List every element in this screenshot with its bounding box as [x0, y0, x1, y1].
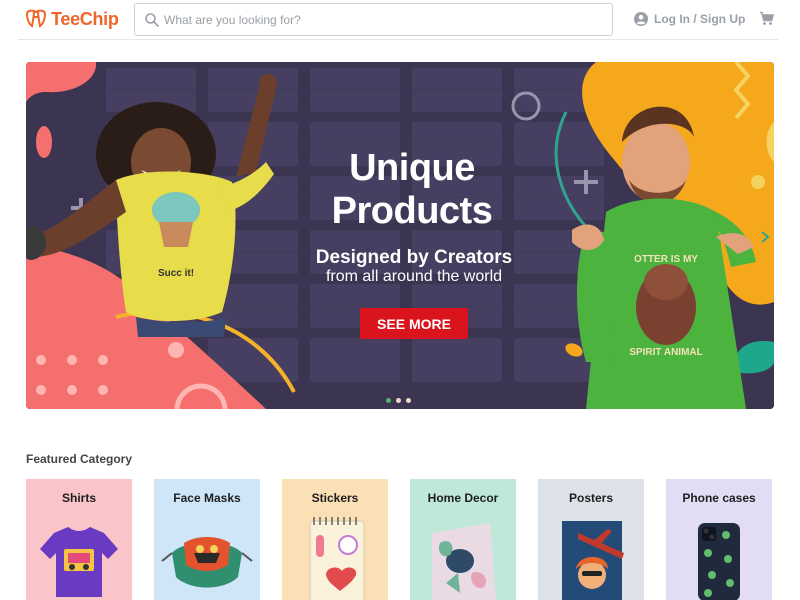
login-label: Log In / Sign Up — [654, 12, 746, 26]
phone-case-image — [698, 523, 740, 600]
header-divider — [18, 39, 778, 40]
search-input[interactable] — [164, 11, 594, 29]
search-bar[interactable] — [134, 3, 613, 36]
hero-artwork: Succ it! OTTER IS MY SPIRIT ANIMAL — [26, 62, 774, 409]
carousel-dot[interactable] — [396, 398, 401, 403]
login-signup-link[interactable]: Log In / Sign Up — [634, 10, 745, 28]
shirt-right-text-1: OTTER IS MY — [634, 254, 698, 265]
category-label: Shirts — [61, 491, 96, 505]
account-circle-icon — [634, 12, 648, 26]
poster-image — [562, 521, 624, 600]
see-more-button[interactable]: SEE MORE — [360, 308, 468, 339]
hero-title: Unique Products — [296, 147, 528, 233]
shirt-left-text: Succ it! — [158, 268, 194, 279]
shirt-right-text-2: SPIRIT ANIMAL — [629, 347, 703, 358]
category-label: Home Decor — [427, 491, 499, 505]
category-card-shirts[interactable]: Shirts — [26, 479, 132, 600]
category-label: Phone cases — [682, 491, 756, 505]
cart-icon[interactable] — [759, 11, 774, 26]
category-card-posters[interactable]: Posters — [538, 479, 644, 600]
category-card-home-decor[interactable]: Home Decor — [410, 479, 516, 600]
category-card-stickers[interactable]: Stickers — [282, 479, 388, 600]
category-label: Posters — [568, 491, 614, 505]
category-label: Face Masks — [173, 491, 241, 505]
category-card-face-masks[interactable]: Face Masks — [154, 479, 260, 600]
featured-category-title: Featured Category — [26, 452, 133, 466]
sticker-notebook-image — [309, 517, 365, 600]
hero-banner[interactable]: Succ it! OTTER IS MY SPIRIT ANIMAL Uniqu… — [26, 62, 774, 409]
carousel-dot[interactable] — [386, 398, 391, 403]
category-label: Stickers — [311, 491, 359, 505]
carousel-dots — [386, 398, 411, 403]
category-card-phone-cases[interactable]: Phone cases — [666, 479, 772, 600]
brand-name: TeeChip — [51, 8, 119, 29]
site-header: TeeChip Log In / Sign Up — [0, 0, 800, 40]
hero-title-line2: Products — [331, 190, 493, 232]
brand-logo[interactable]: TeeChip — [25, 8, 119, 30]
home-decor-image — [432, 523, 496, 600]
hero-subtitle-line2: from all around the world — [325, 268, 503, 285]
search-icon — [145, 13, 159, 27]
tshirt-image — [40, 527, 118, 597]
hero-title-line1: Unique — [349, 147, 475, 189]
carousel-dot[interactable] — [406, 398, 411, 403]
hero-subtitle-line1: Designed by Creators — [315, 247, 513, 268]
face-mask-image — [161, 537, 253, 588]
teechip-logo-icon — [25, 9, 47, 28]
chevron-right-icon[interactable] — [760, 230, 770, 244]
